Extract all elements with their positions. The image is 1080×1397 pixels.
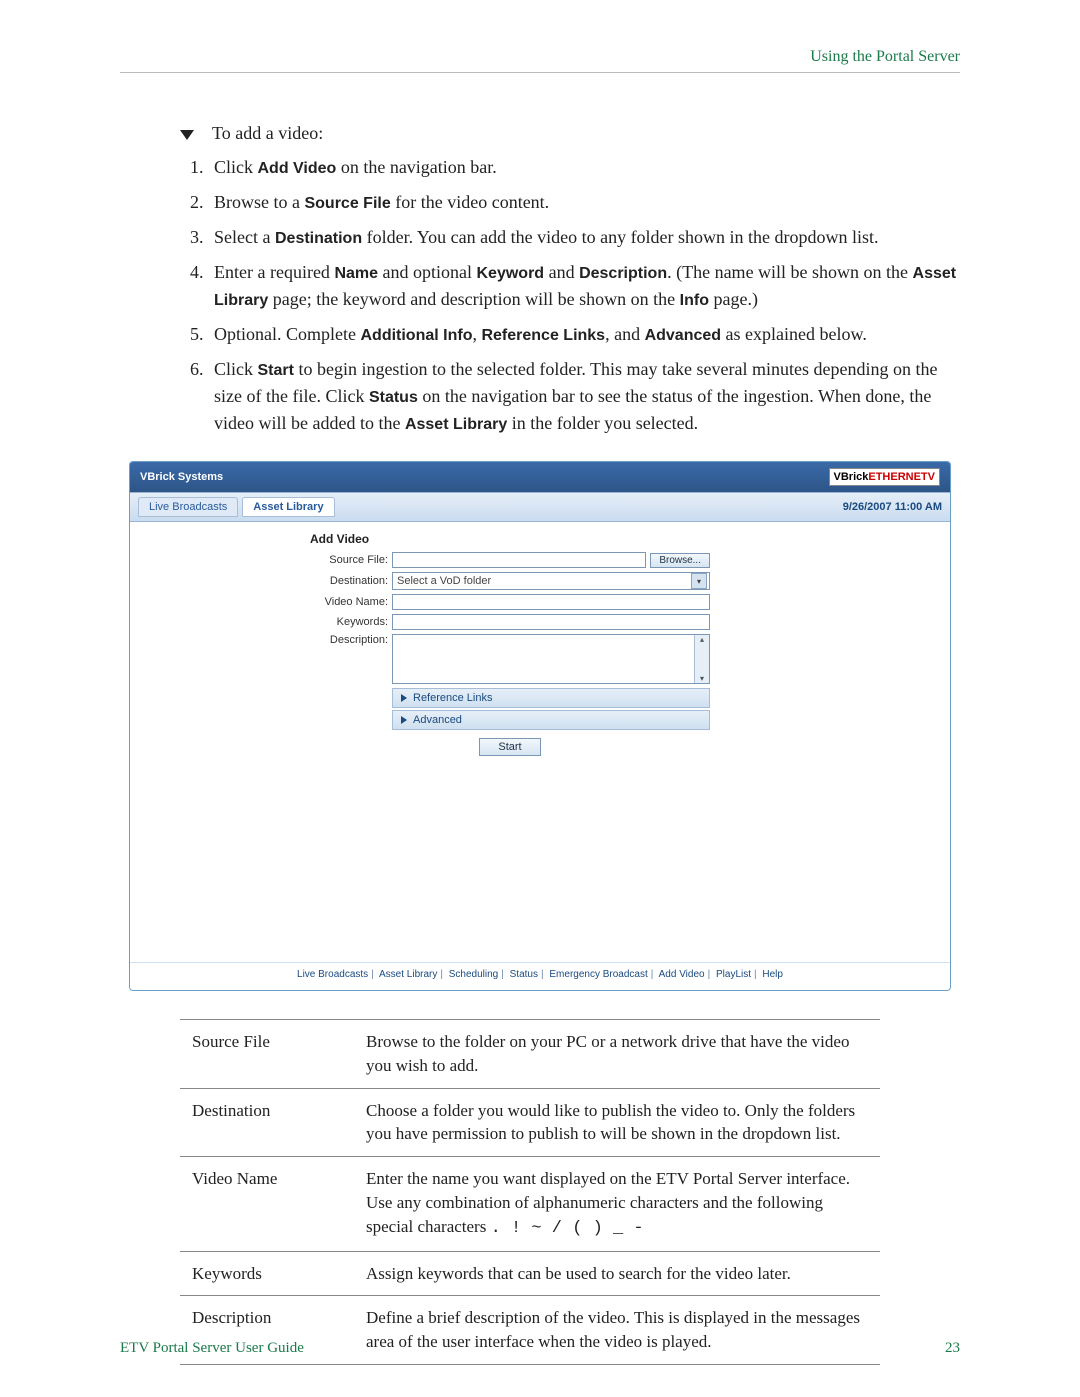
footer-link[interactable]: Add Video — [659, 969, 705, 980]
table-row: Keywords Assign keywords that can be use… — [180, 1251, 880, 1296]
definitions-table: Source File Browse to the folder on your… — [180, 1019, 880, 1365]
triangle-right-icon — [401, 716, 407, 724]
input-keywords[interactable] — [392, 614, 710, 630]
header-divider — [120, 72, 960, 73]
tab-asset-library[interactable]: Asset Library — [242, 497, 334, 517]
step-5: Optional. Complete Additional Info, Refe… — [208, 321, 960, 348]
embedded-screenshot: VBrick Systems VBrickETHERNETV Live Broa… — [129, 461, 951, 991]
footer-link[interactable]: Emergency Broadcast — [549, 969, 647, 980]
term-destination: Destination — [275, 230, 362, 247]
timestamp: 9/26/2007 11:00 AM — [843, 501, 942, 513]
term-cell: Source File — [180, 1020, 354, 1089]
desc-cell: Enter the name you want displayed on the… — [354, 1157, 880, 1251]
step-1: Click Add Video on the navigation bar. — [208, 154, 960, 181]
step-6: Click Start to begin ingestion to the se… — [208, 356, 960, 437]
table-row: Destination Choose a folder you would li… — [180, 1088, 880, 1157]
footer-link[interactable]: Asset Library — [379, 969, 437, 980]
steps-list: Click Add Video on the navigation bar. B… — [180, 154, 960, 437]
table-row: Source File Browse to the folder on your… — [180, 1020, 880, 1089]
chevron-down-icon: ▾ — [691, 573, 707, 589]
term-cell: Destination — [180, 1088, 354, 1157]
expander-reference-links[interactable]: Reference Links — [392, 688, 710, 708]
start-button[interactable]: Start — [479, 738, 541, 756]
browse-button[interactable]: Browse... — [650, 553, 710, 568]
app-titlebar: VBrick Systems VBrickETHERNETV — [130, 462, 950, 492]
footer-page-number: 23 — [945, 1340, 960, 1357]
label-description: Description: — [310, 634, 388, 646]
step-2: Browse to a Source File for the video co… — [208, 189, 960, 216]
desc-cell: Choose a folder you would like to publis… — [354, 1088, 880, 1157]
footer-link[interactable]: Live Broadcasts — [297, 969, 368, 980]
label-destination: Destination: — [310, 575, 388, 587]
select-destination[interactable]: Select a VoD folder ▾ — [392, 572, 710, 590]
brand-logo: VBrickETHERNETV — [829, 468, 940, 486]
step-3: Select a Destination folder. You can add… — [208, 224, 960, 251]
intro-text: To add a video: — [212, 123, 323, 144]
desc-cell: Browse to the folder on your PC or a net… — [354, 1020, 880, 1089]
footer-link[interactable]: Scheduling — [449, 969, 498, 980]
footer-guide-title: ETV Portal Server User Guide — [120, 1340, 304, 1357]
textarea-description[interactable]: ▴▾ — [392, 634, 710, 684]
term-cell: Keywords — [180, 1251, 354, 1296]
footer-link[interactable]: Help — [762, 969, 783, 980]
desc-cell: Assign keywords that can be used to sear… — [354, 1251, 880, 1296]
tab-live-broadcasts[interactable]: Live Broadcasts — [138, 497, 238, 517]
input-video-name[interactable] — [392, 594, 710, 610]
input-source-file[interactable] — [392, 552, 646, 568]
triangle-right-icon — [401, 694, 407, 702]
label-keywords: Keywords: — [310, 616, 388, 628]
term-source-file: Source File — [304, 195, 390, 212]
page-footer: ETV Portal Server User Guide 23 — [120, 1340, 960, 1357]
expander-advanced[interactable]: Advanced — [392, 710, 710, 730]
term-cell: Video Name — [180, 1157, 354, 1251]
label-video-name: Video Name: — [310, 596, 388, 608]
term-add-video: Add Video — [258, 160, 337, 177]
triangle-down-icon — [180, 130, 194, 140]
brand-title: VBrick Systems — [140, 471, 223, 483]
footer-link[interactable]: Status — [510, 969, 538, 980]
form-body: Add Video Source File: Browse... Destina… — [130, 522, 950, 852]
table-row: Video Name Enter the name you want displ… — [180, 1157, 880, 1251]
screenshot-footer-links: Live Broadcasts| Asset Library| Scheduli… — [130, 962, 950, 990]
footer-link[interactable]: PlayList — [716, 969, 751, 980]
step-4: Enter a required Name and optional Keywo… — [208, 259, 960, 313]
header-section-link: Using the Portal Server — [120, 48, 960, 66]
tab-bar: Live Broadcasts Asset Library 9/26/2007 … — [130, 492, 950, 522]
scrollbar[interactable]: ▴▾ — [694, 635, 709, 683]
label-source-file: Source File: — [310, 554, 388, 566]
form-heading: Add Video — [310, 532, 710, 546]
